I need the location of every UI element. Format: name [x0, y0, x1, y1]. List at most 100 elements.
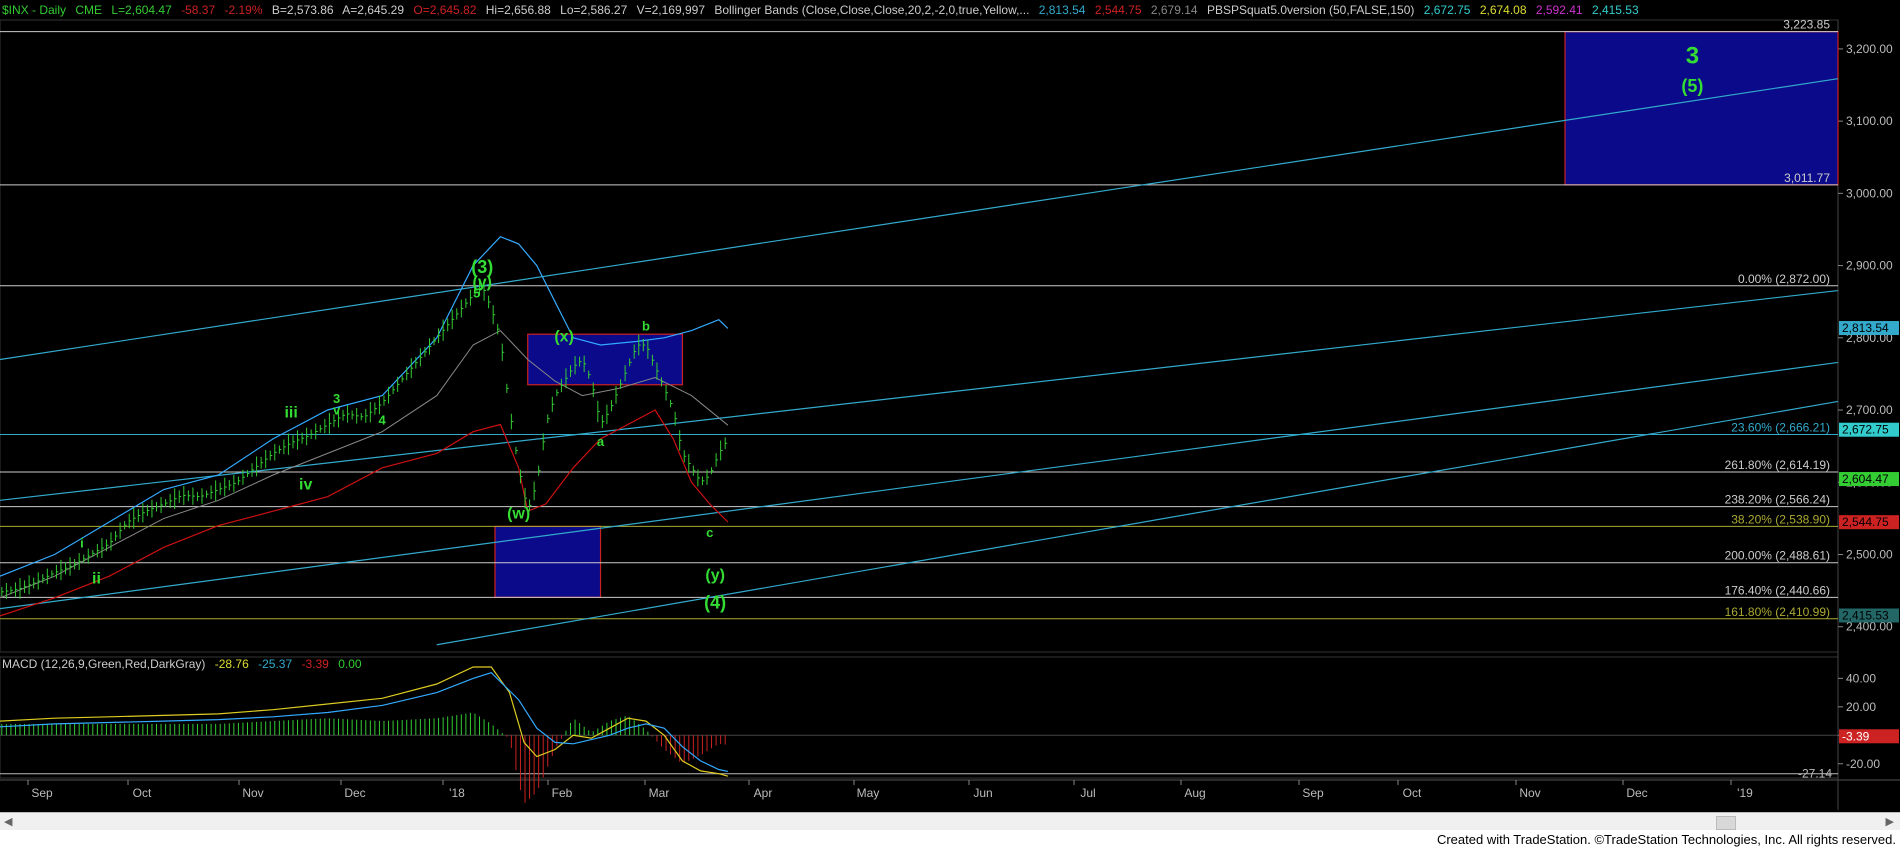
pbs-v1: 2,672.75 [1423, 3, 1471, 17]
macd-hist-badge-label: -3.39 [1842, 729, 1870, 743]
y-tick-label: 2,700.00 [1846, 403, 1893, 417]
x-tick-label: '19 [1737, 786, 1753, 800]
change-value: -58.37 [181, 3, 216, 17]
wave-label: (y) [705, 567, 725, 584]
volume: V=2,169,997 [636, 3, 705, 17]
change-pct: -2.19% [224, 3, 263, 17]
resistance-box-x [527, 333, 684, 386]
last-price: L=2,604.47 [111, 3, 172, 17]
x-tick-label: Aug [1184, 786, 1205, 800]
wave-label: (5) [1681, 76, 1703, 96]
ask-price: A=2,645.29 [342, 3, 405, 17]
x-tick-label: Mar [649, 786, 670, 800]
macd-label[interactable]: MACD (12,26,9,Green,Red,DarkGray) [2, 657, 205, 671]
high-price: Hi=2,656.88 [485, 3, 551, 17]
wave-label: a [597, 434, 605, 449]
trend-line [0, 289, 1839, 501]
wave-label: b [642, 319, 650, 334]
macd-pane-frame [0, 656, 1839, 779]
level-label: 3,011.77 [1784, 171, 1830, 185]
support-box-4 [494, 525, 602, 598]
wave-label: 3 [1686, 42, 1699, 69]
wave-label: v [333, 402, 341, 417]
macd-line [0, 666, 729, 777]
bb-label[interactable]: Bollinger Bands (Close,Close,Close,20,2,… [714, 3, 1029, 17]
wave-label: i [80, 535, 84, 550]
wave-label: ii [92, 570, 101, 587]
x-tick-label: '18 [449, 786, 465, 800]
level-label: 200.00% (2,488.61) [1725, 549, 1830, 563]
wave-label: iii [284, 404, 297, 421]
level-label: 238.20% (2,566.24) [1725, 493, 1830, 507]
macd-y-tick-label: -20.00 [1846, 757, 1880, 771]
macd-y-tick-label: 40.00 [1846, 671, 1876, 685]
x-tick-label: Nov [242, 786, 263, 800]
price-badge-label: 2,604.47 [1842, 472, 1889, 486]
x-tick-label: Feb [552, 786, 573, 800]
level-label: 176.40% (2,440.66) [1725, 583, 1830, 597]
x-tick-label: Dec [344, 786, 365, 800]
macd-v3: -3.39 [301, 657, 329, 671]
y-tick-label: 3,000.00 [1846, 186, 1893, 200]
price-badge-label: 2,813.54 [1842, 321, 1889, 335]
level-label: 0.00% (2,872.00) [1738, 272, 1830, 286]
x-tick-label: Dec [1626, 786, 1647, 800]
macd-signal-line [0, 672, 729, 772]
level-label: 261.80% (2,614.19) [1725, 458, 1830, 472]
target-box-3 [1564, 31, 1839, 186]
x-tick-label: Oct [133, 786, 152, 800]
y-tick-label: 3,100.00 [1846, 114, 1893, 128]
pbs-label[interactable]: PBSPSquat5.0version (50,FALSE,150) [1207, 3, 1414, 17]
wave-label: 4 [379, 412, 387, 427]
bb-upper: 2,813.54 [1038, 3, 1086, 17]
symbol-label[interactable]: $INX - Daily [2, 3, 66, 17]
x-tick-label: Jul [1080, 786, 1095, 800]
x-tick-label: Nov [1519, 786, 1540, 800]
level-label: 38.20% (2,538.90) [1731, 512, 1830, 526]
macd-low-label: -27.14 [1798, 767, 1832, 781]
open-price: O=2,645.82 [413, 3, 477, 17]
pbs-v4: 2,415.53 [1591, 3, 1639, 17]
level-label: 23.60% (2,666.21) [1731, 420, 1830, 434]
wave-label: (4) [704, 593, 726, 613]
wave-label: iv [299, 476, 312, 493]
macd-y-tick-label: 20.00 [1846, 700, 1876, 714]
horizontal-scrollbar[interactable]: ◀ ▶ [0, 812, 1900, 831]
macd-v1: -28.76 [214, 657, 249, 671]
macd-v4: 0.00 [338, 657, 362, 671]
bb-lower: 2,544.75 [1094, 3, 1142, 17]
price-badge-label: 2,415.53 [1842, 609, 1889, 623]
price-pane-frame [0, 19, 1839, 653]
y-tick-label: 2,500.00 [1846, 547, 1893, 561]
bb-lower-band [0, 409, 729, 617]
pbs-v3: 2,592.41 [1535, 3, 1583, 17]
x-tick-label: Sep [31, 786, 53, 800]
bid-price: B=2,573.86 [271, 3, 334, 17]
scroll-right-icon[interactable]: ▶ [1886, 815, 1894, 828]
y-tick-label: 3,200.00 [1846, 42, 1893, 56]
x-tick-label: Sep [1302, 786, 1324, 800]
level-label: 3,223.85 [1783, 18, 1830, 32]
price-chart[interactable]: 2,400.002,500.002,600.002,700.002,800.00… [0, 0, 1900, 812]
x-tick-label: Jun [973, 786, 992, 800]
trend-line [0, 78, 1839, 361]
scroll-thumb[interactable] [1716, 816, 1736, 830]
trend-line [0, 361, 1839, 610]
x-tick-label: Apr [754, 786, 773, 800]
scroll-left-icon[interactable]: ◀ [4, 815, 12, 828]
wave-label: 5 [473, 285, 480, 300]
macd-v2: -25.37 [258, 657, 293, 671]
macd-header: MACD (12,26,9,Green,Red,DarkGray) -28.76… [2, 657, 368, 671]
x-tick-label: Oct [1403, 786, 1422, 800]
price-badge-label: 2,544.75 [1842, 515, 1889, 529]
watermark-text: Created with TradeStation. ©TradeStation… [1436, 832, 1896, 847]
wave-label: (w) [507, 505, 530, 522]
low-price: Lo=2,586.27 [560, 3, 628, 17]
pbs-v2: 2,674.08 [1479, 3, 1527, 17]
wave-label: (x) [554, 328, 574, 345]
exchange-label: CME [75, 3, 103, 17]
watermark-footer: Created with TradeStation. ©TradeStation… [0, 830, 1900, 850]
price-badge-label: 2,672.75 [1842, 423, 1889, 437]
wave-label: c [706, 525, 713, 540]
bb-mid: 2,679.14 [1150, 3, 1198, 17]
